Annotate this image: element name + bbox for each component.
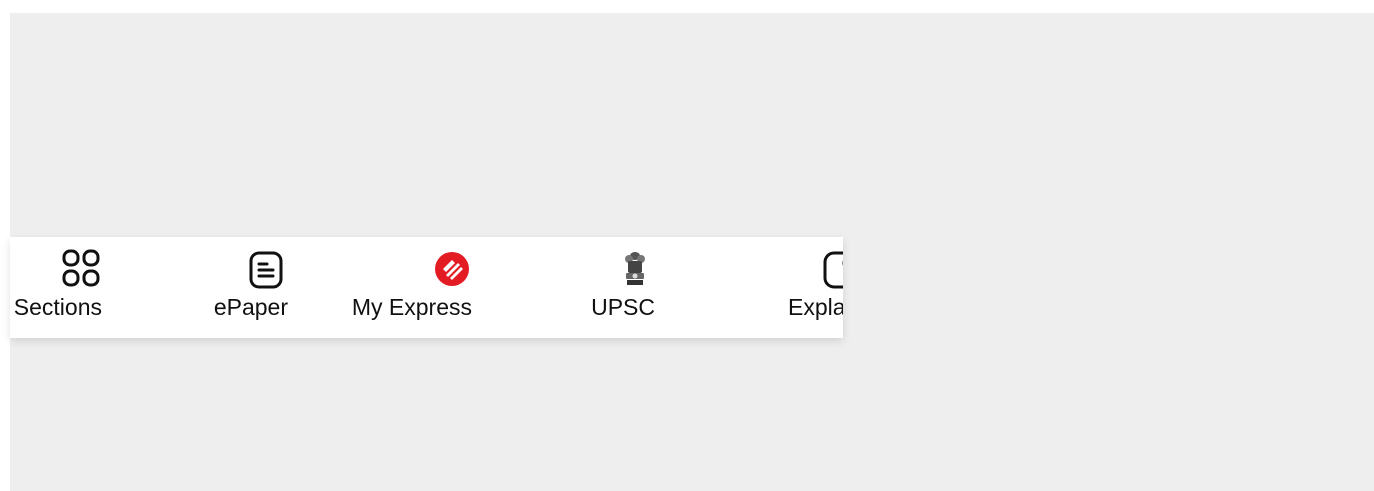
page-background: Sections ePaper My Express UPSC Expla — [10, 13, 1374, 491]
indian-express-logo-icon — [432, 249, 472, 289]
nav-label-explained: Expla — [788, 294, 843, 320]
grid-icon — [62, 249, 102, 289]
epaper-icon — [248, 249, 288, 289]
nav-label-my-express: My Express — [351, 294, 473, 320]
nav-label-epaper: ePaper — [213, 294, 289, 320]
national-emblem-icon — [615, 249, 655, 289]
explained-icon — [822, 249, 843, 289]
nav-label-sections: Sections — [13, 294, 102, 320]
nav-label-upsc: UPSC — [591, 294, 655, 320]
bottom-navigation-bar: Sections ePaper My Express UPSC Expla — [10, 237, 843, 338]
